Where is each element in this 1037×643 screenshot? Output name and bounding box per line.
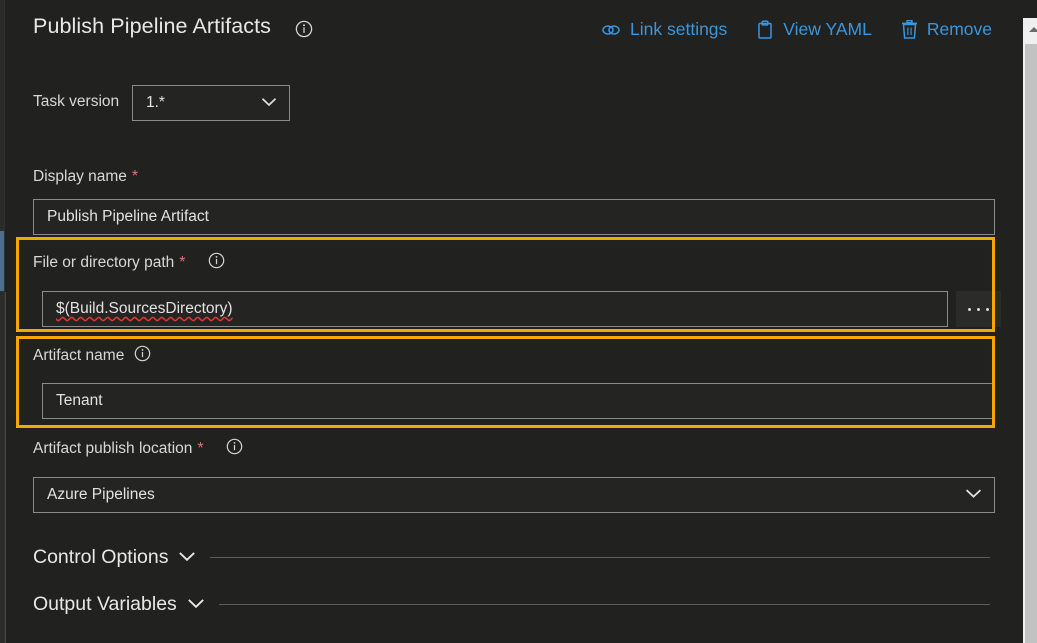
publish-location-label: Artifact publish location *	[33, 438, 243, 460]
artifact-name-label-text: Artifact name	[33, 347, 125, 364]
browse-path-button[interactable]	[956, 291, 1001, 327]
info-icon[interactable]	[295, 20, 313, 43]
chevron-down-icon	[965, 486, 982, 504]
task-form-pane: Publish Pipeline Artifacts Link settings…	[6, 0, 1001, 643]
required-asterisk: *	[197, 440, 204, 457]
task-version-label: Task version	[33, 93, 120, 110]
required-asterisk: *	[131, 168, 139, 185]
clipboard-icon	[756, 20, 774, 40]
task-version-value: 1.*	[146, 94, 165, 111]
vertical-scrollbar[interactable]	[1017, 0, 1037, 643]
chevron-down-icon	[178, 549, 196, 567]
remove-label: Remove	[926, 19, 992, 39]
display-name-label: Display name *	[33, 168, 138, 186]
scroll-up-arrow-icon	[1028, 26, 1037, 32]
file-path-label-text: File or directory path	[33, 254, 175, 271]
file-path-value: $(Build.SourcesDirectory)	[56, 300, 233, 317]
scroll-up-button[interactable]	[1023, 18, 1037, 40]
section-control-options[interactable]: Control Options	[33, 546, 990, 569]
info-icon[interactable]	[208, 252, 225, 274]
section-output-variables[interactable]: Output Variables	[33, 593, 990, 616]
ellipsis-dot	[977, 307, 980, 311]
artifact-publish-location-dropdown[interactable]: Azure Pipelines	[33, 477, 995, 513]
chevron-down-icon	[261, 94, 277, 112]
publish-location-label-text: Artifact publish location	[33, 440, 193, 457]
section-rule	[218, 604, 990, 605]
task-version-dropdown[interactable]: 1.*	[132, 85, 290, 121]
chevron-down-icon	[187, 596, 205, 614]
display-name-label-text: Display name	[33, 168, 127, 185]
artifact-name-input[interactable]: Tenant	[42, 383, 995, 419]
ellipsis-dot	[986, 307, 989, 311]
section-rule	[210, 557, 990, 558]
required-asterisk: *	[179, 254, 186, 271]
panel-toolbar: Link settings View YAML Remove	[601, 19, 992, 40]
link-settings-button[interactable]: Link settings	[601, 19, 727, 40]
display-name-value: Publish Pipeline Artifact	[47, 208, 209, 225]
file-path-label: File or directory path *	[33, 252, 225, 274]
task-version-row: Task version 1.*	[6, 85, 996, 121]
info-icon[interactable]	[134, 345, 151, 367]
ellipsis-dot	[968, 307, 971, 311]
output-variables-label: Output Variables	[33, 593, 177, 615]
publish-location-value: Azure Pipelines	[47, 486, 155, 503]
panel-header: Publish Pipeline Artifacts Link settings…	[6, 14, 996, 62]
scrollbar-thumb[interactable]	[1025, 44, 1037, 643]
artifact-name-value: Tenant	[56, 392, 103, 409]
view-yaml-label: View YAML	[783, 19, 872, 39]
view-yaml-button[interactable]: View YAML	[756, 19, 872, 40]
artifact-name-label: Artifact name	[33, 345, 151, 367]
display-name-input[interactable]: Publish Pipeline Artifact	[33, 199, 995, 235]
control-options-label: Control Options	[33, 546, 169, 568]
file-path-input[interactable]: $(Build.SourcesDirectory)	[42, 291, 948, 327]
trash-icon	[901, 19, 918, 40]
task-editor-panel: Publish Pipeline Artifacts Link settings…	[0, 0, 1037, 643]
remove-button[interactable]: Remove	[901, 19, 992, 40]
info-icon[interactable]	[226, 438, 243, 460]
link-settings-label: Link settings	[630, 19, 728, 39]
page-title: Publish Pipeline Artifacts	[33, 14, 272, 38]
link-icon	[601, 21, 621, 39]
